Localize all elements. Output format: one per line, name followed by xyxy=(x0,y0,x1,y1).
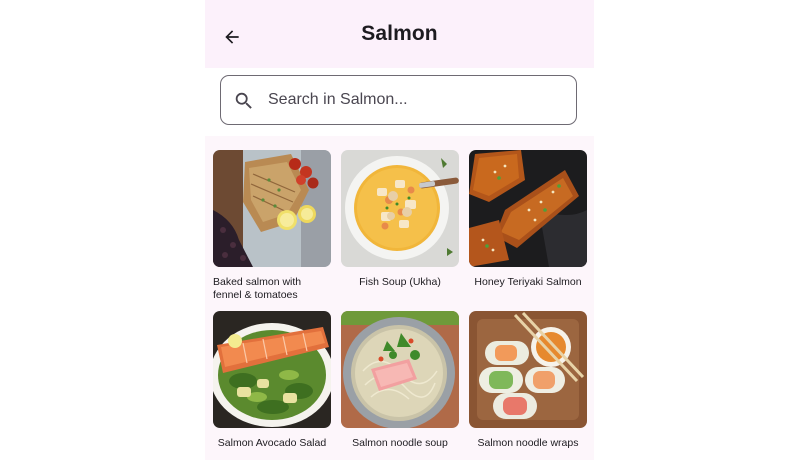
recipe-card[interactable]: Salmon noodle wraps xyxy=(469,311,587,450)
recipe-image-noodle-soup xyxy=(341,311,459,428)
search-field[interactable] xyxy=(220,75,577,125)
recipe-image-avocado-salad xyxy=(213,311,331,428)
app-screen: Salmon Search in Salmon... Baked salmon … xyxy=(205,0,594,460)
recipe-name: Salmon noodle wraps xyxy=(477,437,579,449)
recipe-image-noodle-wraps xyxy=(469,311,587,428)
recipe-card[interactable]: Honey Teriyaki Salmon xyxy=(469,150,587,289)
recipe-name: Salmon noodle soup xyxy=(352,437,448,449)
recipe-card[interactable]: Salmon noodle soup xyxy=(341,311,459,450)
recipe-image-baked-salmon xyxy=(213,150,331,267)
recipe-image-fish-soup xyxy=(341,150,459,267)
search-area xyxy=(205,68,594,136)
recipe-image-teriyaki-salmon xyxy=(469,150,587,267)
recipe-card[interactable]: Baked salmon with fennel & tomatoes xyxy=(213,150,331,301)
search-icon xyxy=(235,92,252,109)
recipe-name: Honey Teriyaki Salmon xyxy=(474,276,582,288)
search-input[interactable] xyxy=(268,88,558,112)
top-app-bar: Salmon xyxy=(205,0,594,68)
page-title: Salmon xyxy=(361,22,438,45)
recipe-name: Baked salmon with fennel & tomatoes xyxy=(213,276,302,301)
recipe-card[interactable]: Salmon Avocado Salad xyxy=(213,311,331,450)
recipe-card[interactable]: Fish Soup (Ukha) xyxy=(341,150,459,289)
recipe-name: Salmon Avocado Salad xyxy=(217,437,327,449)
recipe-name: Fish Soup (Ukha) xyxy=(359,276,441,288)
recipe-grid: Baked salmon with fennel & tomatoes Fish… xyxy=(205,136,594,460)
